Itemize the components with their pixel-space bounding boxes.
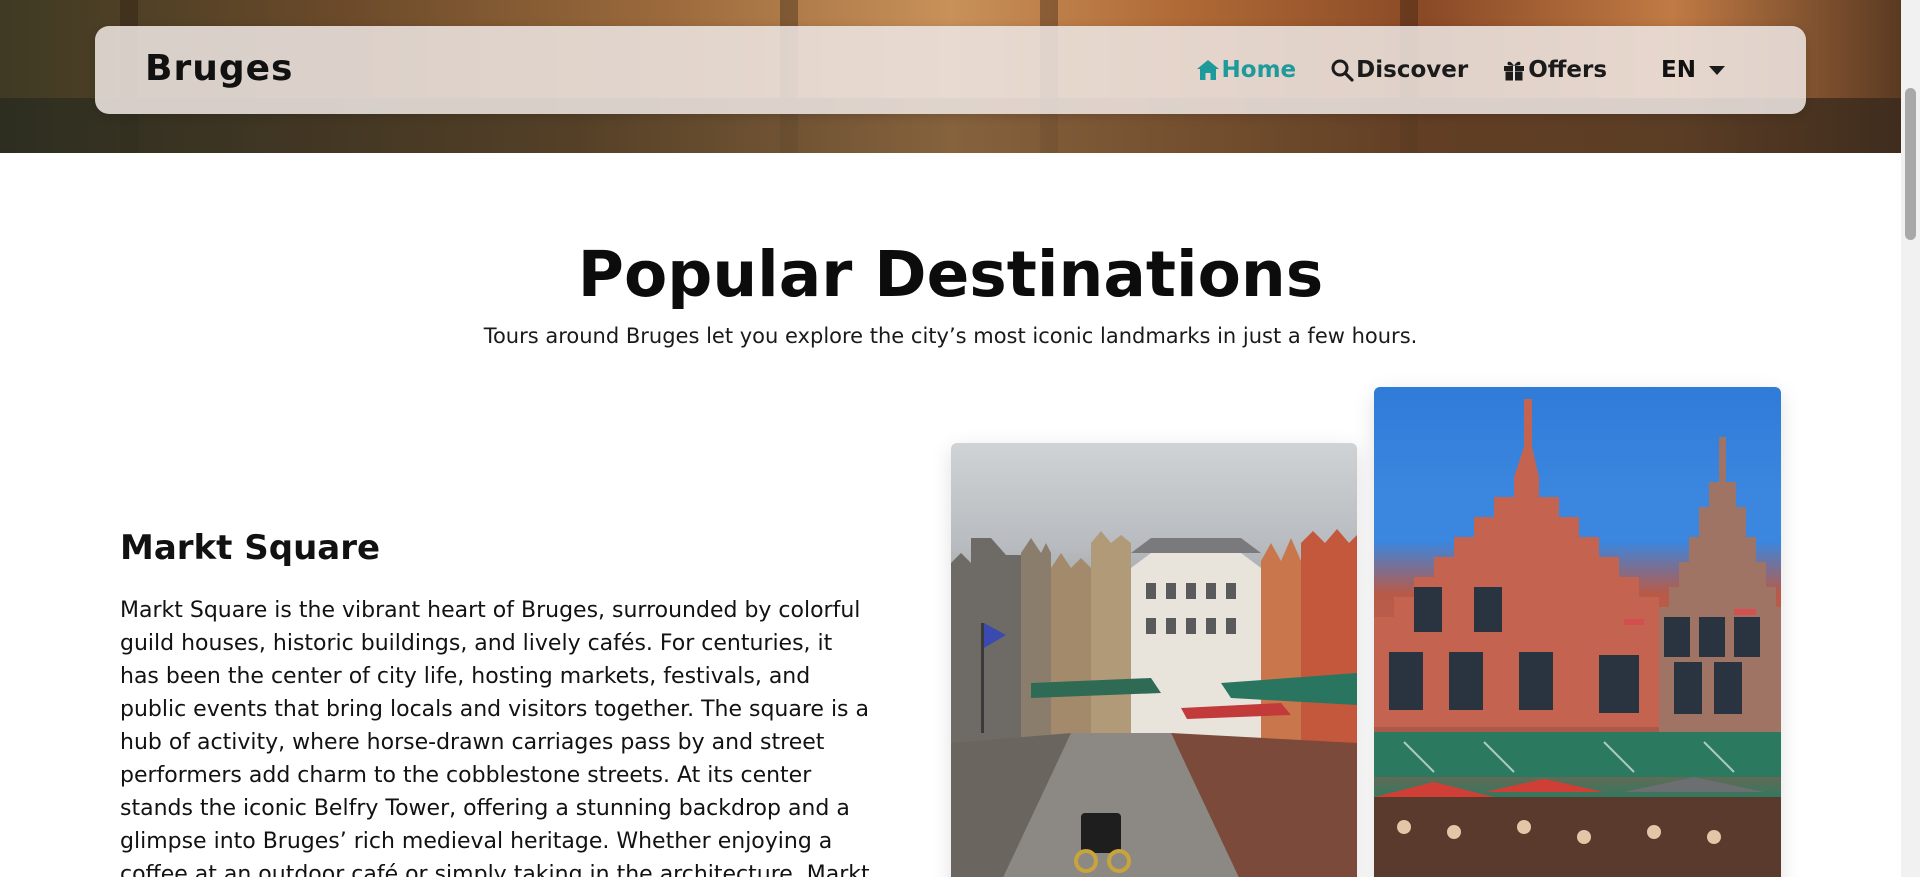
brand-logo[interactable]: Bruges (145, 48, 293, 89)
language-label: EN (1661, 57, 1696, 83)
section-title: Popular Destinations (577, 238, 1324, 311)
nav-links: Home Discover Offers EN (1196, 26, 1806, 114)
gift-icon (1504, 61, 1525, 81)
nav-discover-link[interactable]: Discover (1330, 57, 1468, 83)
destination-title: Markt Square (120, 528, 381, 568)
section-subtitle: Tours around Bruges let you explore the … (483, 324, 1418, 348)
nav-offers-label: Offers (1528, 57, 1608, 83)
page: Bruges Home Discover Offers EN Popular D… (0, 0, 1920, 877)
nav-home-link[interactable]: Home (1196, 57, 1297, 83)
home-icon (1196, 60, 1219, 80)
search-icon (1331, 59, 1354, 82)
nav-home-label: Home (1221, 57, 1297, 83)
markt-square-photo (951, 443, 1357, 877)
destination-description: Markt Square is the vibrant heart of Bru… (120, 598, 870, 877)
vertical-scrollbar[interactable] (1901, 0, 1920, 877)
nav-discover-label: Discover (1356, 57, 1469, 83)
guild-houses-photo (1374, 387, 1781, 877)
scrollbar-thumb[interactable] (1905, 88, 1916, 240)
nav-offers-link[interactable]: Offers (1502, 57, 1607, 83)
language-selector[interactable]: EN (1661, 57, 1726, 83)
chevron-down-icon (1709, 65, 1725, 75)
top-navbar: Bruges Home Discover Offers EN (95, 26, 1806, 114)
